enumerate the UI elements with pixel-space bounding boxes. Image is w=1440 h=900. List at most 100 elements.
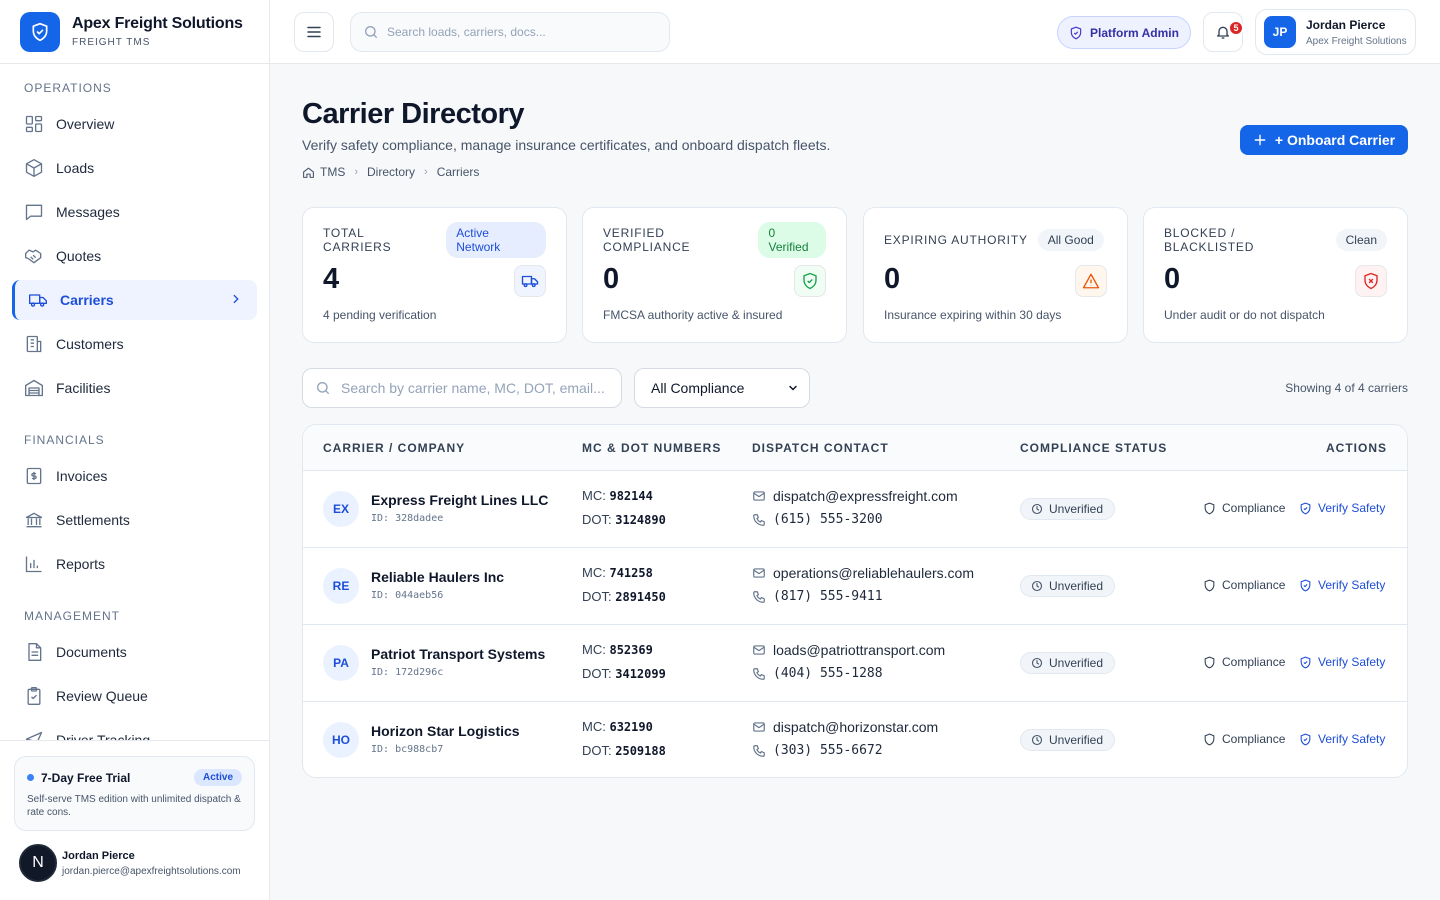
carrier-search-input[interactable]: [341, 380, 611, 396]
platform-admin-button[interactable]: Platform Admin: [1057, 16, 1191, 49]
sidebar-item-loads[interactable]: Loads: [12, 148, 257, 188]
stat-label: EXPIRING AUTHORITY: [884, 233, 1028, 247]
sidebar-item-label: Facilities: [56, 380, 111, 396]
trial-card[interactable]: 7-Day Free Trial Active Self-serve TMS e…: [14, 756, 255, 831]
mc-number: MC: 741258: [582, 565, 653, 580]
mail-icon: [752, 643, 773, 657]
brand[interactable]: Apex Freight Solutions FREIGHT TMS: [0, 0, 269, 64]
compliance-status-badge: Unverified: [1020, 729, 1116, 751]
search-icon: [315, 380, 331, 396]
dispatch-email[interactable]: loads@patriottransport.com: [752, 642, 945, 658]
sidebar-item-overview[interactable]: Overview: [12, 104, 257, 144]
verify-safety-button[interactable]: Verify Safety: [1299, 501, 1385, 515]
sidebar-item-label: Loads: [56, 160, 95, 176]
verify-safety-button[interactable]: Verify Safety: [1299, 578, 1385, 592]
dispatch-phone[interactable]: (817) 555-9411: [752, 589, 883, 604]
phone-text: (615) 555-3200: [773, 512, 883, 527]
column-header: COMPLIANCE STATUS: [1020, 441, 1168, 455]
sidebar-user[interactable]: N Jordan Pierce jordan.pierce@apexfreigh…: [19, 844, 241, 882]
stat-card-expiring-authority: EXPIRING AUTHORITY All Good 0 Insurance …: [863, 207, 1128, 343]
compliance-filter-value: All Compliance: [651, 380, 745, 396]
carrier-name[interactable]: Express Freight Lines LLC: [371, 492, 548, 508]
trial-status-badge: Active: [193, 769, 242, 786]
dot-value: 2509188: [615, 744, 666, 758]
breadcrumb-tms[interactable]: TMS: [320, 165, 345, 179]
shield-check-icon: [1299, 502, 1318, 515]
dispatch-phone[interactable]: (303) 555-6672: [752, 743, 883, 758]
compliance-filter-select[interactable]: All Compliance: [634, 368, 810, 408]
stat-footnote: Insurance expiring within 30 days: [884, 308, 1062, 322]
compliance-action-button[interactable]: Compliance: [1203, 732, 1285, 746]
table-row[interactable]: RE Reliable Haulers Inc ID: 044aeb56 MC:…: [303, 548, 1407, 625]
verify-safety-button[interactable]: Verify Safety: [1299, 655, 1385, 669]
sidebar-item-reports[interactable]: Reports: [12, 544, 257, 584]
clock-icon: [1031, 580, 1049, 592]
grid-icon: [24, 114, 44, 134]
dot-label: DOT:: [582, 589, 612, 604]
sidebar-item-documents[interactable]: Documents: [12, 632, 257, 672]
mail-icon: [752, 720, 773, 734]
compliance-action-label: Compliance: [1222, 501, 1286, 515]
brand-name: Apex Freight Solutions: [72, 15, 243, 32]
carrier-name[interactable]: Reliable Haulers Inc: [371, 569, 504, 585]
sidebar-item-invoices[interactable]: Invoices: [12, 456, 257, 496]
carrier-search[interactable]: [302, 368, 622, 408]
global-search[interactable]: [350, 12, 670, 52]
shield-icon: [1203, 656, 1222, 669]
filter-bar: All Compliance Showing 4 of 4 carriers: [302, 368, 1408, 408]
table-row[interactable]: EX Express Freight Lines LLC ID: 328dade…: [303, 471, 1407, 548]
sidebar-item-messages[interactable]: Messages: [12, 192, 257, 232]
sidebar-item-facilities[interactable]: Facilities: [12, 368, 257, 408]
phone-text: (404) 555-1288: [773, 666, 883, 681]
carrier-id: ID: bc988cb7: [371, 744, 444, 755]
carriers-table: CARRIER / COMPANY MC & DOT NUMBERS DISPA…: [302, 424, 1408, 778]
onboard-carrier-button[interactable]: + Onboard Carrier: [1240, 125, 1408, 155]
sidebar-item-label: Carriers: [60, 292, 114, 308]
carrier-name[interactable]: Patriot Transport Systems: [371, 646, 545, 662]
verify-safety-button[interactable]: Verify Safety: [1299, 732, 1385, 746]
menu-toggle-button[interactable]: [294, 12, 334, 52]
breadcrumb: TMS › Directory › Carriers: [302, 165, 479, 179]
sidebar-item-settlements[interactable]: Settlements: [12, 500, 257, 540]
phone-text: (303) 555-6672: [773, 743, 883, 758]
dispatch-phone[interactable]: (615) 555-3200: [752, 512, 883, 527]
status-badge: All Good: [1037, 229, 1104, 251]
sidebar-item-quotes[interactable]: Quotes: [12, 236, 257, 276]
stat-card-blocked: BLOCKED / BLACKLISTED Clean 0 Under audi…: [1143, 207, 1408, 343]
mc-label: MC:: [582, 488, 606, 503]
dispatch-email[interactable]: operations@reliablehaulers.com: [752, 565, 974, 581]
stat-label: VERIFIED COMPLIANCE: [603, 226, 691, 254]
global-search-input[interactable]: [387, 25, 647, 39]
avatar: N: [19, 844, 57, 882]
stat-card-total-carriers: TOTAL CARRIERS Active Network 4 4 pendin…: [302, 207, 567, 343]
sidebar-item-carriers[interactable]: Carriers: [12, 280, 257, 320]
stat-value: 0: [1164, 263, 1181, 295]
dispatch-phone[interactable]: (404) 555-1288: [752, 666, 883, 681]
dispatch-email[interactable]: dispatch@horizonstar.com: [752, 719, 938, 735]
user-menu[interactable]: JP Jordan Pierce Apex Freight Solutions: [1255, 9, 1416, 55]
dot-label: DOT:: [582, 743, 612, 758]
email-text: dispatch@expressfreight.com: [773, 488, 958, 504]
sidebar-item-review-queue[interactable]: Review Queue: [12, 676, 257, 716]
carrier-name[interactable]: Horizon Star Logistics: [371, 723, 520, 739]
sidebar-item-customers[interactable]: Customers: [12, 324, 257, 364]
nav-section-management: MANAGEMENT: [24, 609, 121, 623]
compliance-action-button[interactable]: Compliance: [1203, 501, 1285, 515]
message-icon: [24, 202, 44, 222]
sidebar-item-label: Overview: [56, 116, 115, 132]
shield-icon: [1069, 26, 1090, 40]
breadcrumb-directory[interactable]: Directory: [367, 165, 415, 179]
notifications-button[interactable]: 5: [1203, 12, 1244, 52]
chevron-right-icon: ›: [424, 166, 428, 178]
column-header: DISPATCH CONTACT: [752, 441, 889, 455]
table-row[interactable]: HO Horizon Star Logistics ID: bc988cb7 M…: [303, 702, 1407, 777]
compliance-action-button[interactable]: Compliance: [1203, 578, 1285, 592]
table-row[interactable]: PA Patriot Transport Systems ID: 172d296…: [303, 625, 1407, 702]
page-title: Carrier Directory: [302, 98, 525, 130]
sidebar-item-label: Review Queue: [56, 688, 148, 704]
carrier-avatar: PA: [323, 645, 359, 681]
sidebar-item-label: Settlements: [56, 512, 130, 528]
compliance-action-button[interactable]: Compliance: [1203, 655, 1285, 669]
dispatch-email[interactable]: dispatch@expressfreight.com: [752, 488, 958, 504]
sidebar-item-driver-tracking[interactable]: Driver Tracking: [12, 720, 257, 740]
